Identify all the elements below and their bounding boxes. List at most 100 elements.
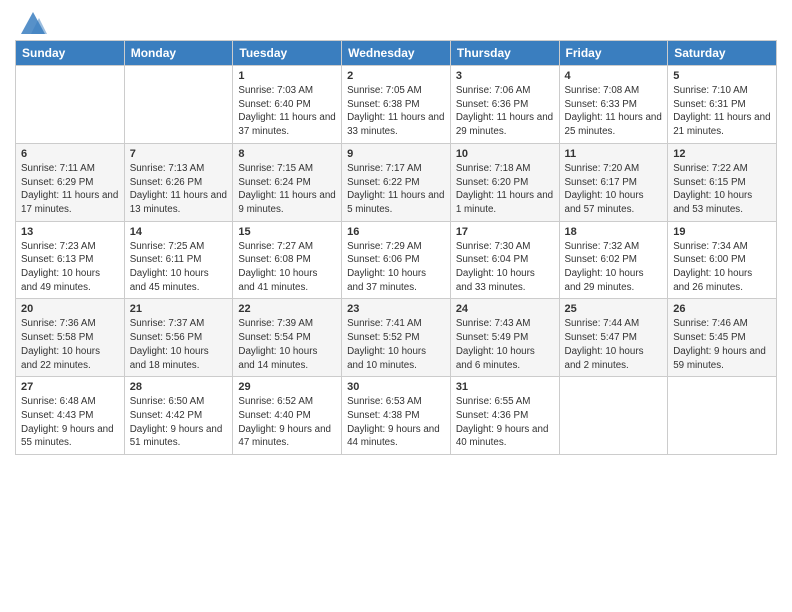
calendar-cell: 15 Sunrise: 7:27 AM Sunset: 6:08 PM Dayli… bbox=[233, 221, 342, 299]
calendar-cell: 10 Sunrise: 7:18 AM Sunset: 6:20 PM Dayli… bbox=[450, 143, 559, 221]
calendar-cell: 20Sunrise: 7:36 AM Sunset: 5:58 PM Dayli… bbox=[16, 299, 125, 377]
calendar-cell: 7 Sunrise: 7:13 AM Sunset: 6:26 PM Daylig… bbox=[124, 143, 233, 221]
calendar-cell: 30 Sunrise: 6:53 AM Sunset: 4:38 PM Dayli… bbox=[342, 377, 451, 455]
calendar-cell: 21Sunrise: 7:37 AM Sunset: 5:56 PM Dayli… bbox=[124, 299, 233, 377]
day-info: Sunrise: 7:39 AM Sunset: 5:54 PM Dayligh… bbox=[238, 317, 336, 372]
header-day-friday: Friday bbox=[559, 41, 668, 66]
day-info: Sunrise: 7:03 AM Sunset: 6:40 PM Dayligh… bbox=[238, 84, 336, 139]
day-number: 9 bbox=[347, 148, 445, 160]
calendar-cell: 19Sunrise: 7:34 AM Sunset: 6:00 PM Dayli… bbox=[668, 221, 777, 299]
day-number: 23 bbox=[347, 303, 445, 315]
week-row-3: 13Sunrise: 7:23 AM Sunset: 6:13 PM Dayli… bbox=[16, 221, 777, 299]
day-number: 25 bbox=[565, 303, 663, 315]
page: SundayMondayTuesdayWednesdayThursdayFrid… bbox=[0, 0, 792, 612]
week-row-4: 20Sunrise: 7:36 AM Sunset: 5:58 PM Dayli… bbox=[16, 299, 777, 377]
calendar-cell: 24 Sunrise: 7:43 AM Sunset: 5:49 PM Dayli… bbox=[450, 299, 559, 377]
calendar-cell: 1 Sunrise: 7:03 AM Sunset: 6:40 PM Daylig… bbox=[233, 66, 342, 144]
day-info: Sunrise: 7:13 AM Sunset: 6:26 PM Dayligh… bbox=[130, 162, 228, 217]
day-info: Sunrise: 7:10 AM Sunset: 6:31 PM Dayligh… bbox=[673, 84, 771, 139]
calendar-cell bbox=[559, 377, 668, 455]
day-info: Sunrise: 6:48 AM Sunset: 4:43 PM Dayligh… bbox=[21, 395, 119, 450]
day-info: Sunrise: 7:11 AM Sunset: 6:29 PM Dayligh… bbox=[21, 162, 119, 217]
header-row: SundayMondayTuesdayWednesdayThursdayFrid… bbox=[16, 41, 777, 66]
calendar-cell: 12 Sunrise: 7:22 AM Sunset: 6:15 PM Dayli… bbox=[668, 143, 777, 221]
day-info: Sunrise: 6:55 AM Sunset: 4:36 PM Dayligh… bbox=[456, 395, 554, 450]
day-info: Sunrise: 7:08 AM Sunset: 6:33 PM Dayligh… bbox=[565, 84, 663, 139]
day-info: Sunrise: 7:15 AM Sunset: 6:24 PM Dayligh… bbox=[238, 162, 336, 217]
calendar-cell: 29 Sunrise: 6:52 AM Sunset: 4:40 PM Dayli… bbox=[233, 377, 342, 455]
calendar-cell: 26 Sunrise: 7:46 AM Sunset: 5:45 PM Dayli… bbox=[668, 299, 777, 377]
day-info: Sunrise: 7:18 AM Sunset: 6:20 PM Dayligh… bbox=[456, 162, 554, 217]
day-info: Sunrise: 7:22 AM Sunset: 6:15 PM Dayligh… bbox=[673, 162, 771, 217]
day-number: 7 bbox=[130, 148, 228, 160]
week-row-1: 1 Sunrise: 7:03 AM Sunset: 6:40 PM Daylig… bbox=[16, 66, 777, 144]
day-number: 22 bbox=[238, 303, 336, 315]
calendar-cell bbox=[124, 66, 233, 144]
day-number: 28 bbox=[130, 381, 228, 393]
day-number: 29 bbox=[238, 381, 336, 393]
day-number: 8 bbox=[238, 148, 336, 160]
day-number: 27 bbox=[21, 381, 119, 393]
calendar-body: 1 Sunrise: 7:03 AM Sunset: 6:40 PM Daylig… bbox=[16, 66, 777, 455]
calendar-cell: 8 Sunrise: 7:15 AM Sunset: 6:24 PM Daylig… bbox=[233, 143, 342, 221]
calendar-cell: 17 Sunrise: 7:30 AM Sunset: 6:04 PM Dayli… bbox=[450, 221, 559, 299]
day-number: 17 bbox=[456, 226, 554, 238]
calendar-cell: 5Sunrise: 7:10 AM Sunset: 6:31 PM Daylig… bbox=[668, 66, 777, 144]
day-number: 31 bbox=[456, 381, 554, 393]
calendar-cell: 16 Sunrise: 7:29 AM Sunset: 6:06 PM Dayli… bbox=[342, 221, 451, 299]
day-info: Sunrise: 7:30 AM Sunset: 6:04 PM Dayligh… bbox=[456, 240, 554, 295]
day-number: 30 bbox=[347, 381, 445, 393]
day-number: 20 bbox=[21, 303, 119, 315]
day-info: Sunrise: 7:20 AM Sunset: 6:17 PM Dayligh… bbox=[565, 162, 663, 217]
day-info: Sunrise: 7:43 AM Sunset: 5:49 PM Dayligh… bbox=[456, 317, 554, 372]
day-number: 16 bbox=[347, 226, 445, 238]
day-info: Sunrise: 6:52 AM Sunset: 4:40 PM Dayligh… bbox=[238, 395, 336, 450]
calendar-cell: 27 Sunrise: 6:48 AM Sunset: 4:43 PM Dayli… bbox=[16, 377, 125, 455]
calendar-cell: 28 Sunrise: 6:50 AM Sunset: 4:42 PM Dayli… bbox=[124, 377, 233, 455]
calendar-cell: 11 Sunrise: 7:20 AM Sunset: 6:17 PM Dayli… bbox=[559, 143, 668, 221]
calendar-cell: 22 Sunrise: 7:39 AM Sunset: 5:54 PM Dayli… bbox=[233, 299, 342, 377]
header-day-saturday: Saturday bbox=[668, 41, 777, 66]
header-day-monday: Monday bbox=[124, 41, 233, 66]
day-info: Sunrise: 6:50 AM Sunset: 4:42 PM Dayligh… bbox=[130, 395, 228, 450]
calendar-cell: 13Sunrise: 7:23 AM Sunset: 6:13 PM Dayli… bbox=[16, 221, 125, 299]
logo-icon bbox=[19, 10, 47, 38]
day-number: 11 bbox=[565, 148, 663, 160]
header bbox=[15, 10, 777, 34]
day-info: Sunrise: 7:05 AM Sunset: 6:38 PM Dayligh… bbox=[347, 84, 445, 139]
calendar-cell: 3 Sunrise: 7:06 AM Sunset: 6:36 PM Daylig… bbox=[450, 66, 559, 144]
day-info: Sunrise: 7:27 AM Sunset: 6:08 PM Dayligh… bbox=[238, 240, 336, 295]
day-info: Sunrise: 7:25 AM Sunset: 6:11 PM Dayligh… bbox=[130, 240, 228, 295]
day-info: Sunrise: 7:32 AM Sunset: 6:02 PM Dayligh… bbox=[565, 240, 663, 295]
day-number: 14 bbox=[130, 226, 228, 238]
day-info: Sunrise: 7:29 AM Sunset: 6:06 PM Dayligh… bbox=[347, 240, 445, 295]
day-info: Sunrise: 7:06 AM Sunset: 6:36 PM Dayligh… bbox=[456, 84, 554, 139]
header-day-sunday: Sunday bbox=[16, 41, 125, 66]
day-info: Sunrise: 7:41 AM Sunset: 5:52 PM Dayligh… bbox=[347, 317, 445, 372]
day-number: 26 bbox=[673, 303, 771, 315]
calendar-cell: 9Sunrise: 7:17 AM Sunset: 6:22 PM Daylig… bbox=[342, 143, 451, 221]
day-info: Sunrise: 7:46 AM Sunset: 5:45 PM Dayligh… bbox=[673, 317, 771, 372]
calendar-cell bbox=[668, 377, 777, 455]
day-number: 1 bbox=[238, 70, 336, 82]
header-day-thursday: Thursday bbox=[450, 41, 559, 66]
day-number: 3 bbox=[456, 70, 554, 82]
calendar-cell: 2 Sunrise: 7:05 AM Sunset: 6:38 PM Daylig… bbox=[342, 66, 451, 144]
day-info: Sunrise: 6:53 AM Sunset: 4:38 PM Dayligh… bbox=[347, 395, 445, 450]
day-number: 6 bbox=[21, 148, 119, 160]
calendar-table: SundayMondayTuesdayWednesdayThursdayFrid… bbox=[15, 40, 777, 455]
day-number: 15 bbox=[238, 226, 336, 238]
day-number: 18 bbox=[565, 226, 663, 238]
day-info: Sunrise: 7:34 AM Sunset: 6:00 PM Dayligh… bbox=[673, 240, 771, 295]
week-row-2: 6 Sunrise: 7:11 AM Sunset: 6:29 PM Daylig… bbox=[16, 143, 777, 221]
calendar-cell: 6 Sunrise: 7:11 AM Sunset: 6:29 PM Daylig… bbox=[16, 143, 125, 221]
day-number: 12 bbox=[673, 148, 771, 160]
day-number: 2 bbox=[347, 70, 445, 82]
calendar-cell: 4Sunrise: 7:08 AM Sunset: 6:33 PM Daylig… bbox=[559, 66, 668, 144]
calendar-cell: 25 Sunrise: 7:44 AM Sunset: 5:47 PM Dayli… bbox=[559, 299, 668, 377]
day-info: Sunrise: 7:44 AM Sunset: 5:47 PM Dayligh… bbox=[565, 317, 663, 372]
calendar-header: SundayMondayTuesdayWednesdayThursdayFrid… bbox=[16, 41, 777, 66]
calendar-cell: 14 Sunrise: 7:25 AM Sunset: 6:11 PM Dayli… bbox=[124, 221, 233, 299]
day-number: 10 bbox=[456, 148, 554, 160]
day-number: 24 bbox=[456, 303, 554, 315]
